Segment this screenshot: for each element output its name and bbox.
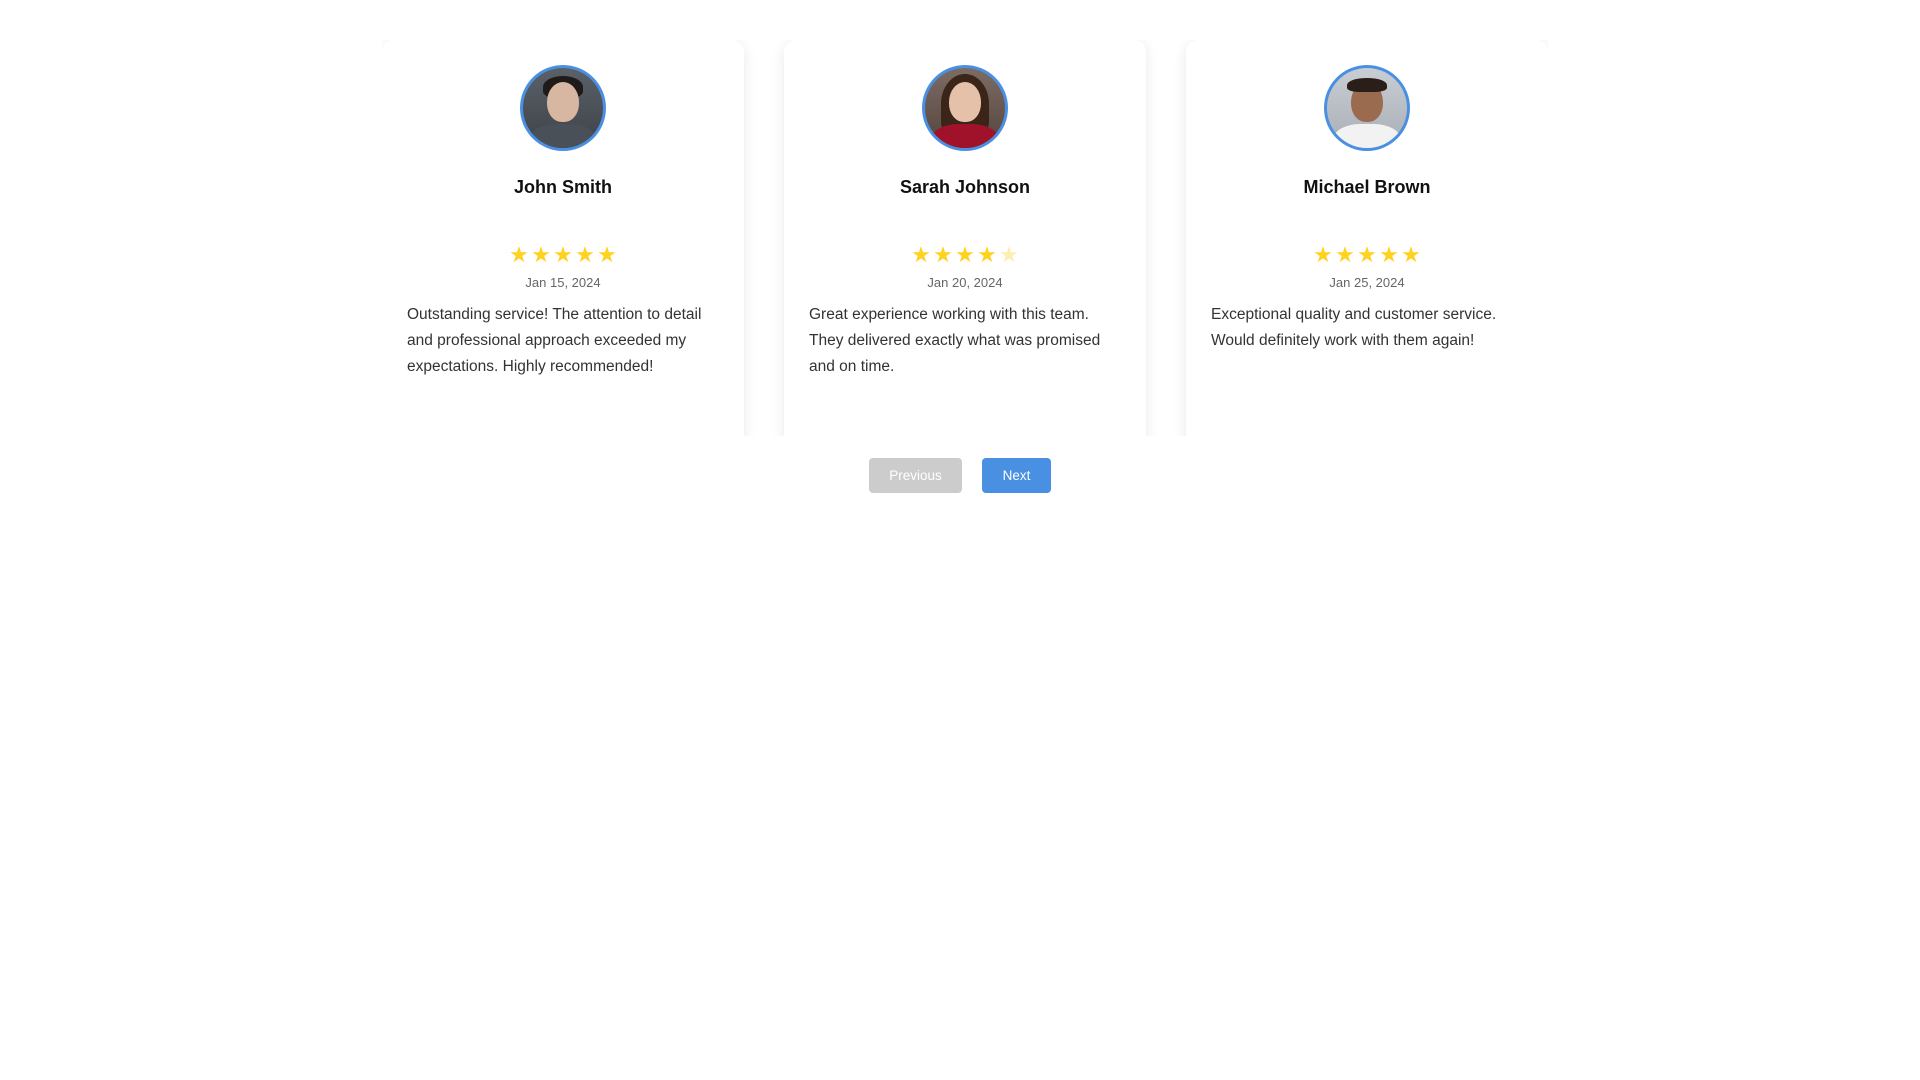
previous-button[interactable]: Previous	[869, 458, 962, 493]
star-icon: ★	[1379, 242, 1399, 267]
review-text: Outstanding service! The attention to de…	[407, 306, 702, 375]
review-date: Jan 15, 2024	[525, 275, 601, 290]
star-icon: ★	[509, 242, 529, 267]
star-icon: ★	[597, 242, 617, 267]
review-date: Jan 25, 2024	[1329, 275, 1405, 290]
review-card: Michael Brown ★ ★ ★ ★ ★ Jan 25, 2024 Excepti…	[1186, 40, 1548, 436]
carousel-controls: Previous Next	[0, 458, 1920, 493]
avatar	[1324, 65, 1410, 151]
star-rating: ★ ★ ★ ★ ★	[809, 243, 1121, 267]
avatar	[922, 65, 1008, 151]
carousel-track: John Smith ★ ★ ★ ★ ★ Jan 15, 2024 Outstandin…	[382, 40, 1548, 436]
star-icon: ★	[575, 242, 595, 267]
review-text: Great experience working with this team.…	[809, 306, 1101, 375]
star-icon: ★	[531, 242, 551, 267]
next-button[interactable]: Next	[982, 458, 1051, 493]
star-icon: ★	[955, 242, 975, 267]
star-icon: ★	[911, 242, 931, 267]
star-icon: ★	[1357, 242, 1377, 267]
reviewer-name: Michael Brown	[1303, 177, 1431, 197]
reviewer-name: John Smith	[514, 177, 612, 197]
star-icon: ★	[1401, 242, 1421, 267]
star-icon: ★	[977, 242, 997, 267]
testimonial-carousel: John Smith ★ ★ ★ ★ ★ Jan 15, 2024 Outstandin…	[382, 40, 1548, 436]
star-icon: ★	[1313, 242, 1333, 267]
review-date: Jan 20, 2024	[927, 275, 1003, 290]
star-rating: ★ ★ ★ ★ ★	[407, 243, 719, 267]
review-card: John Smith ★ ★ ★ ★ ★ Jan 15, 2024 Outstandin…	[382, 40, 744, 436]
star-icon: ★	[553, 242, 573, 267]
star-icon: ★	[933, 242, 953, 267]
star-empty-icon: ★	[999, 242, 1019, 267]
review-card: Sarah Johnson ★ ★ ★ ★ ★ Jan 20, 2024 Great e…	[784, 40, 1146, 436]
star-icon: ★	[1335, 242, 1355, 267]
review-text: Exceptional quality and customer service…	[1211, 306, 1497, 349]
star-rating: ★ ★ ★ ★ ★	[1211, 243, 1523, 267]
reviewer-name: Sarah Johnson	[899, 177, 1031, 197]
avatar	[520, 65, 606, 151]
